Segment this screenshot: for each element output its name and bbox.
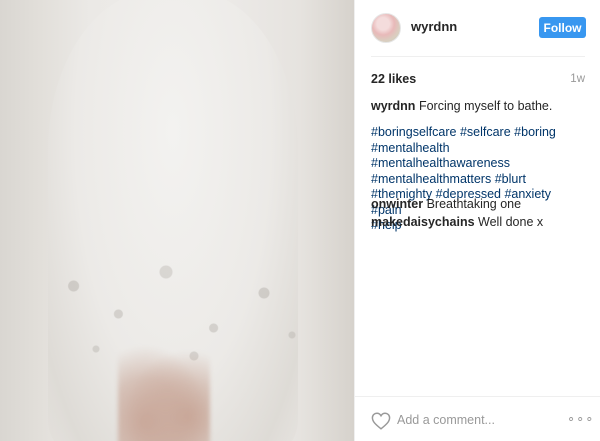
heart-icon[interactable]	[371, 412, 391, 430]
hashtag[interactable]: #boring	[514, 125, 556, 139]
comment-text: Well done x	[478, 215, 544, 229]
comment: makedaisychains Well done x	[371, 214, 591, 230]
comment-author[interactable]: makedaisychains	[371, 215, 475, 229]
likes-count[interactable]: 22 likes	[371, 72, 416, 86]
header-divider	[371, 56, 585, 57]
comment-input[interactable]: Add a comment...	[397, 413, 495, 427]
caption: wyrdnn Forcing myself to bathe.	[371, 98, 585, 114]
hashtag[interactable]: #blurt	[495, 172, 526, 186]
hashtag[interactable]: #selfcare	[460, 125, 511, 139]
avatar[interactable]	[371, 13, 401, 43]
photo-feet	[118, 345, 210, 441]
follow-button[interactable]: Follow	[539, 17, 586, 38]
caption-text: Forcing myself to bathe.	[418, 99, 553, 113]
hashtag[interactable]: #mentalhealth	[371, 141, 450, 155]
likes-row: 22 likes 1w	[371, 70, 585, 88]
post-header: wyrdnn Follow	[355, 0, 600, 56]
comment: onwinter Breathtaking one	[371, 196, 591, 212]
comment-author[interactable]: onwinter	[371, 197, 423, 211]
more-options-icon[interactable]: ∘∘∘	[567, 411, 594, 427]
post-footer: Add a comment... ∘∘∘	[355, 396, 600, 441]
instagram-post: wyrdnn Follow 22 likes 1w wyrdnn Forcing…	[0, 0, 600, 441]
comment-text: Breathtaking one	[426, 197, 522, 211]
post-photo[interactable]	[0, 0, 354, 441]
caption-author[interactable]: wyrdnn	[371, 99, 415, 113]
hashtag[interactable]: #mentalhealthmatters	[371, 172, 491, 186]
post-side-panel: wyrdnn Follow 22 likes 1w wyrdnn Forcing…	[354, 0, 600, 441]
post-time[interactable]: 1w	[570, 73, 585, 85]
hashtag[interactable]: #mentalhealthawareness	[371, 156, 510, 170]
username[interactable]: wyrdnn	[411, 19, 457, 34]
hashtag[interactable]: #boringselfcare	[371, 125, 456, 139]
